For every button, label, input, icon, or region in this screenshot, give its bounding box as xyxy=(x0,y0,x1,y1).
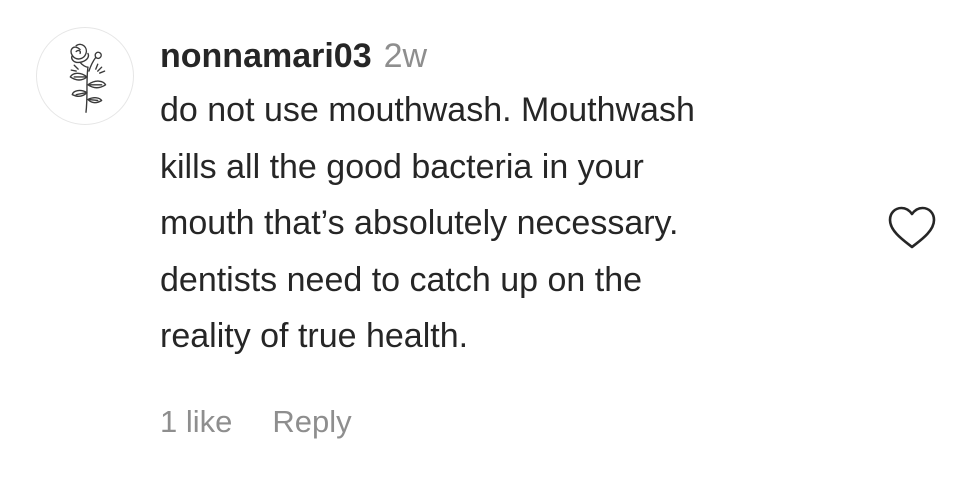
username-link[interactable]: nonnamari03 xyxy=(160,37,372,75)
comment-text-line: do not use mouthwash. Mouthwash xyxy=(160,91,695,129)
likes-count-button[interactable]: 1 like xyxy=(160,404,232,439)
comment-body: nonnamari03 2w do not use mouthwash. Mout… xyxy=(160,30,880,365)
heart-outline-icon xyxy=(888,206,936,249)
comment-text-line: mouth that’s absolutely necessary. xyxy=(160,204,679,242)
comment: nonnamari03 2w do not use mouthwash. Mout… xyxy=(0,0,980,498)
timestamp[interactable]: 2w xyxy=(384,37,427,75)
comment-text-line: kills all the good bacteria in your xyxy=(160,147,644,186)
comment-actions: 1 like Reply xyxy=(160,398,352,446)
comment-text-line: dentists need to catch up on the xyxy=(160,260,643,299)
reply-button[interactable]: Reply xyxy=(272,404,351,439)
like-button[interactable] xyxy=(886,204,938,252)
avatar[interactable] xyxy=(36,27,134,125)
comment-header: nonnamari03 2w xyxy=(160,30,880,82)
comment-text: do not use mouthwash. Mouthwash kills al… xyxy=(160,82,880,365)
comment-text-line: reality of true health. xyxy=(160,317,469,355)
rose-sketch-icon xyxy=(69,43,107,113)
